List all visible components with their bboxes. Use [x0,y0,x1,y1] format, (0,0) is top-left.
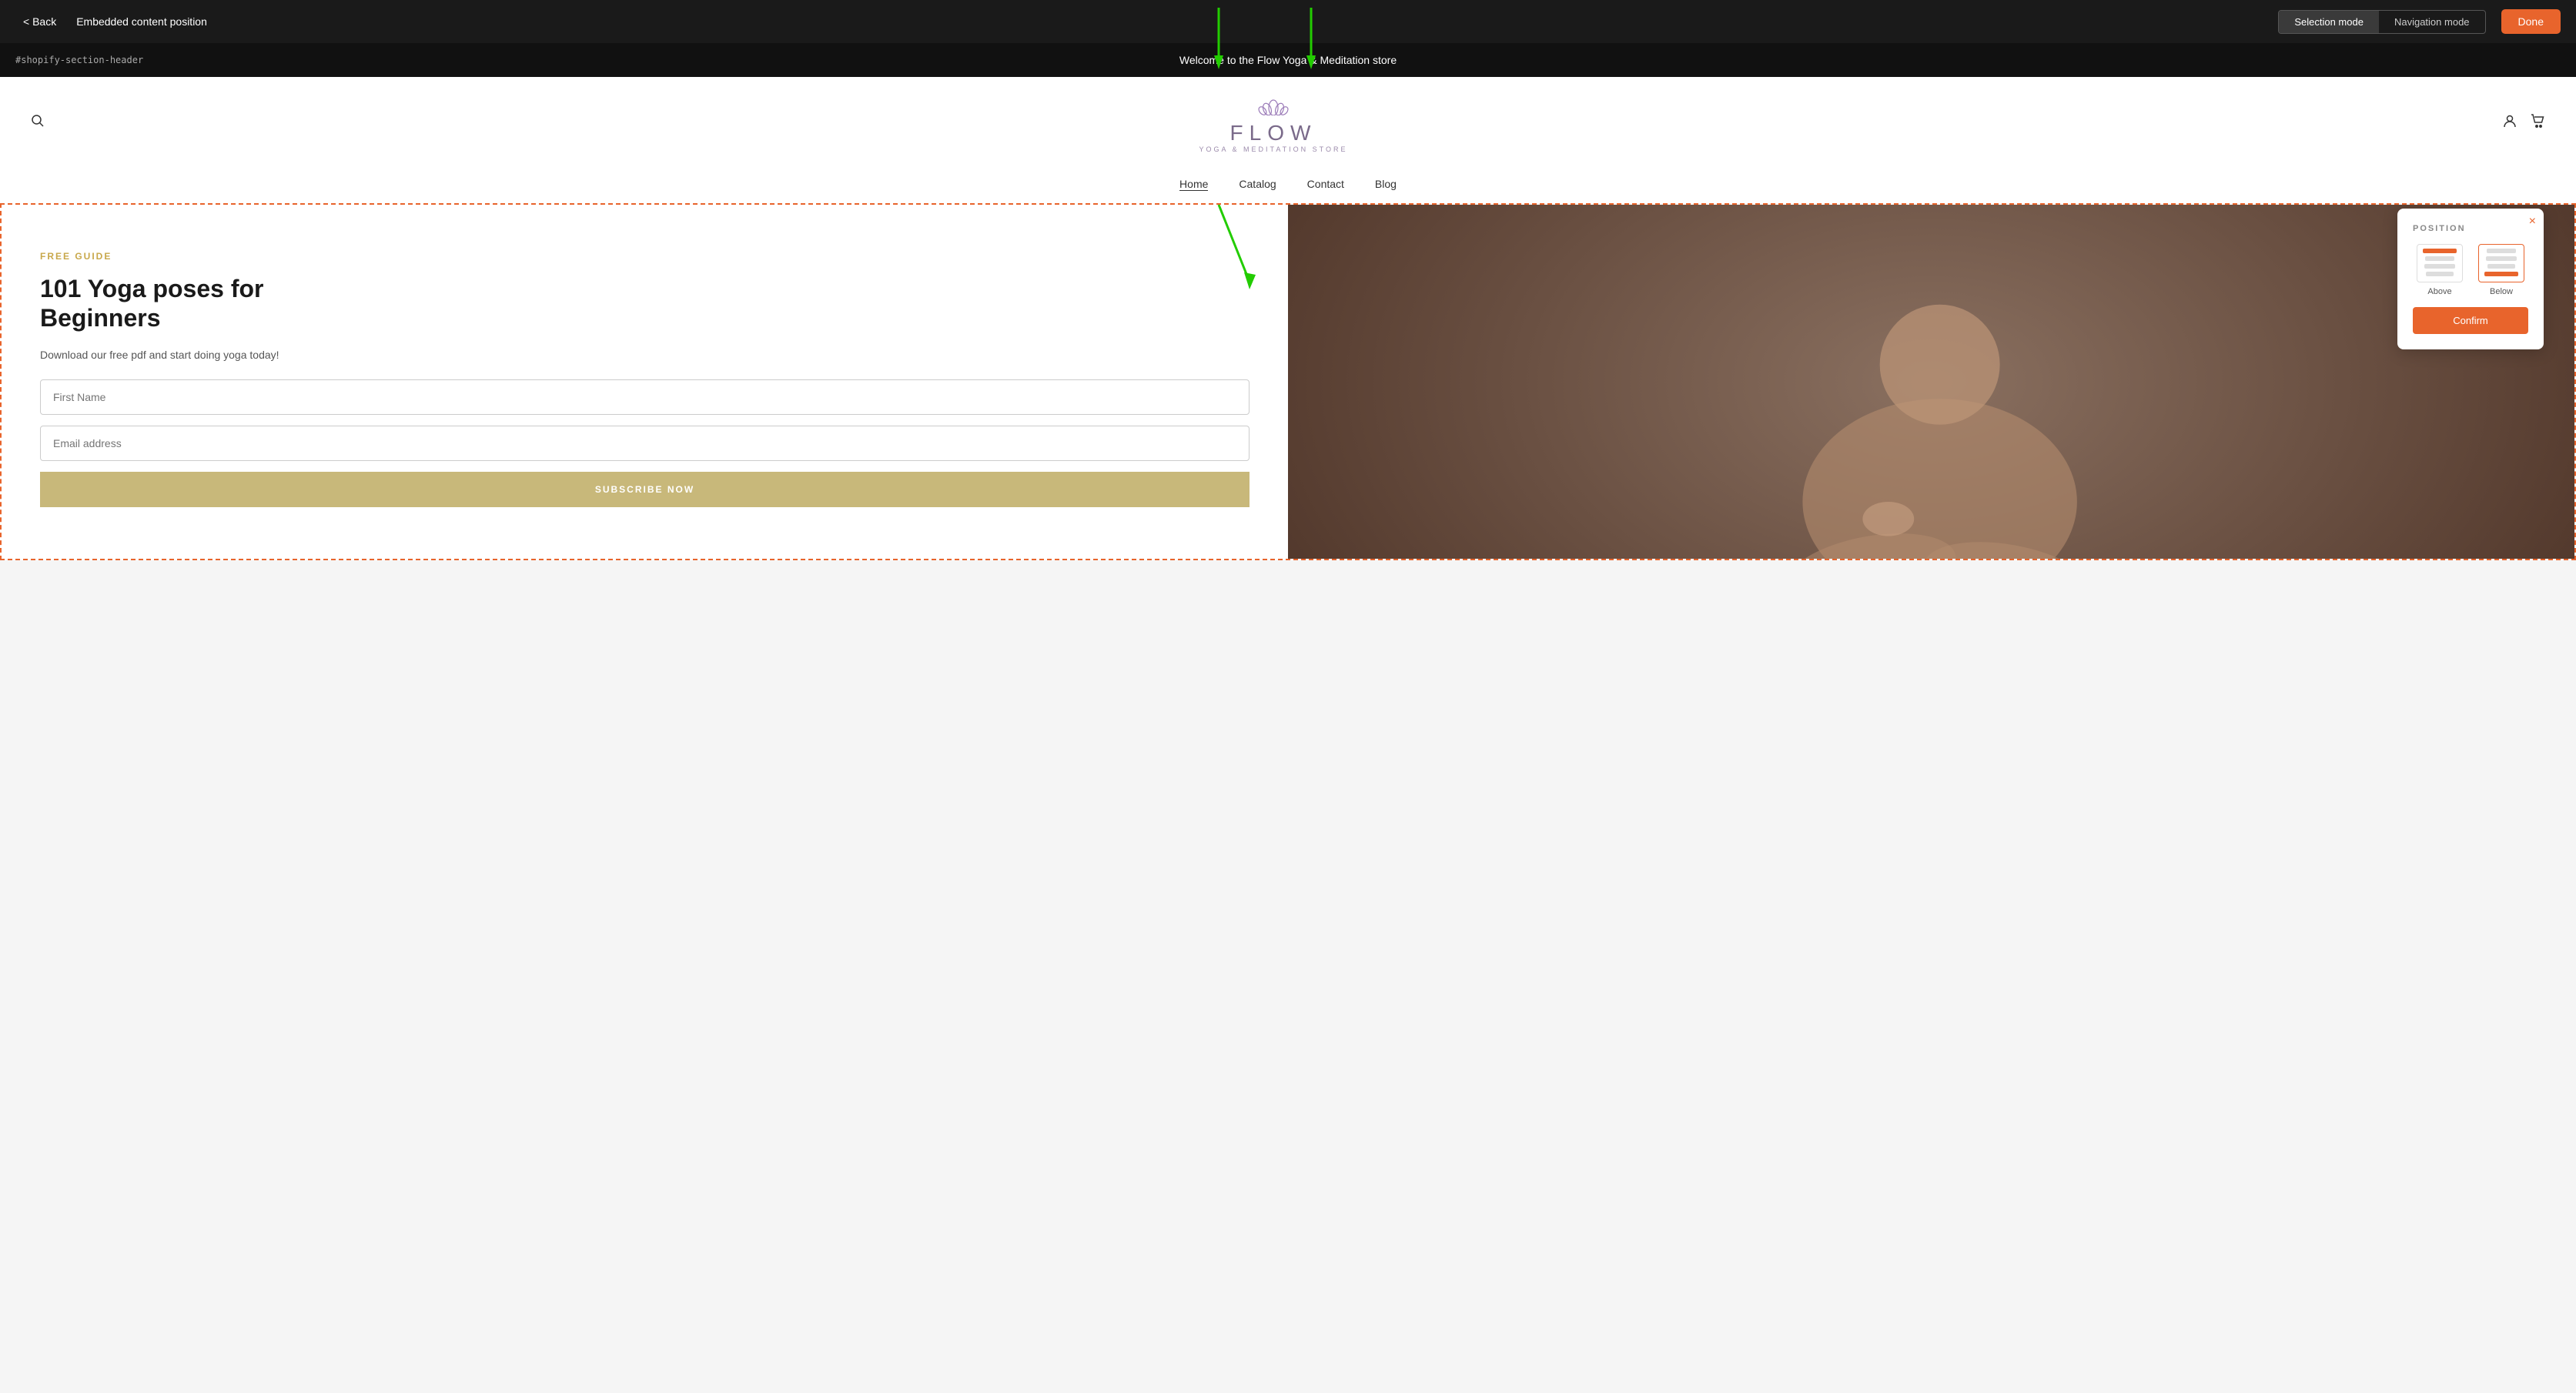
done-button[interactable]: Done [2501,9,2561,34]
above-preview [2417,244,2463,282]
subscribe-button[interactable]: SUBSCRIBE NOW [40,472,1250,507]
yoga-background [1288,205,2574,559]
mode-toggle: Selection mode Navigation mode [2278,10,2485,34]
yoga-image-section [1288,205,2574,559]
popup-close-button[interactable]: × [2529,215,2536,229]
nav-catalog[interactable]: Catalog [1239,178,1276,191]
top-bar-title: Embedded content position [76,15,207,28]
position-popup-title: POSITION [2413,224,2528,233]
below-preview [2478,244,2524,282]
announcement-text: Welcome to the Flow Yoga & Meditation st… [1179,54,1397,66]
account-icon[interactable] [2502,113,2517,132]
selection-mode-button[interactable]: Selection mode [2279,11,2379,33]
lotus-icon [45,92,2502,119]
main-content-area: FREE GUIDE 101 Yoga poses for Beginners … [0,203,2576,560]
form-heading: 101 Yoga poses for Beginners [40,274,1250,333]
position-options: Above Below [2413,244,2528,296]
confirm-button[interactable]: Confirm [2413,307,2528,334]
cart-icon[interactable] [2530,113,2545,132]
navigation-mode-button[interactable]: Navigation mode [2379,11,2485,33]
top-bar: < Back Embedded content position Selecti… [0,0,2576,43]
store-logo: FLOW YOGA & MEDITATION STORE [45,92,2502,153]
first-name-input[interactable] [40,379,1250,415]
nav-contact[interactable]: Contact [1307,178,1344,191]
section-id-label: #shopify-section-header [15,55,143,65]
position-popup: × POSITION Above [2397,209,2544,349]
store-navigation: Home Catalog Contact Blog [0,169,2576,203]
announcement-bar: #shopify-section-header Welcome to the F… [0,43,2576,77]
store-name: FLOW [45,121,2502,145]
form-section: FREE GUIDE 101 Yoga poses for Beginners … [2,205,1288,559]
nav-home[interactable]: Home [1179,178,1208,191]
email-input[interactable] [40,426,1250,461]
form-description: Download our free pdf and start doing yo… [40,349,1250,361]
above-label: Above [2427,287,2451,296]
position-above-option[interactable]: Above [2413,244,2467,296]
nav-blog[interactable]: Blog [1375,178,1397,191]
header-icons [2502,113,2545,132]
search-icon[interactable] [31,114,45,132]
below-label: Below [2490,287,2513,296]
store-header: FLOW YOGA & MEDITATION STORE [0,77,2576,169]
store-subtitle: YOGA & MEDITATION STORE [45,145,2502,153]
position-below-option[interactable]: Below [2474,244,2528,296]
free-guide-label: FREE GUIDE [40,251,1250,262]
back-button[interactable]: < Back [15,11,64,32]
